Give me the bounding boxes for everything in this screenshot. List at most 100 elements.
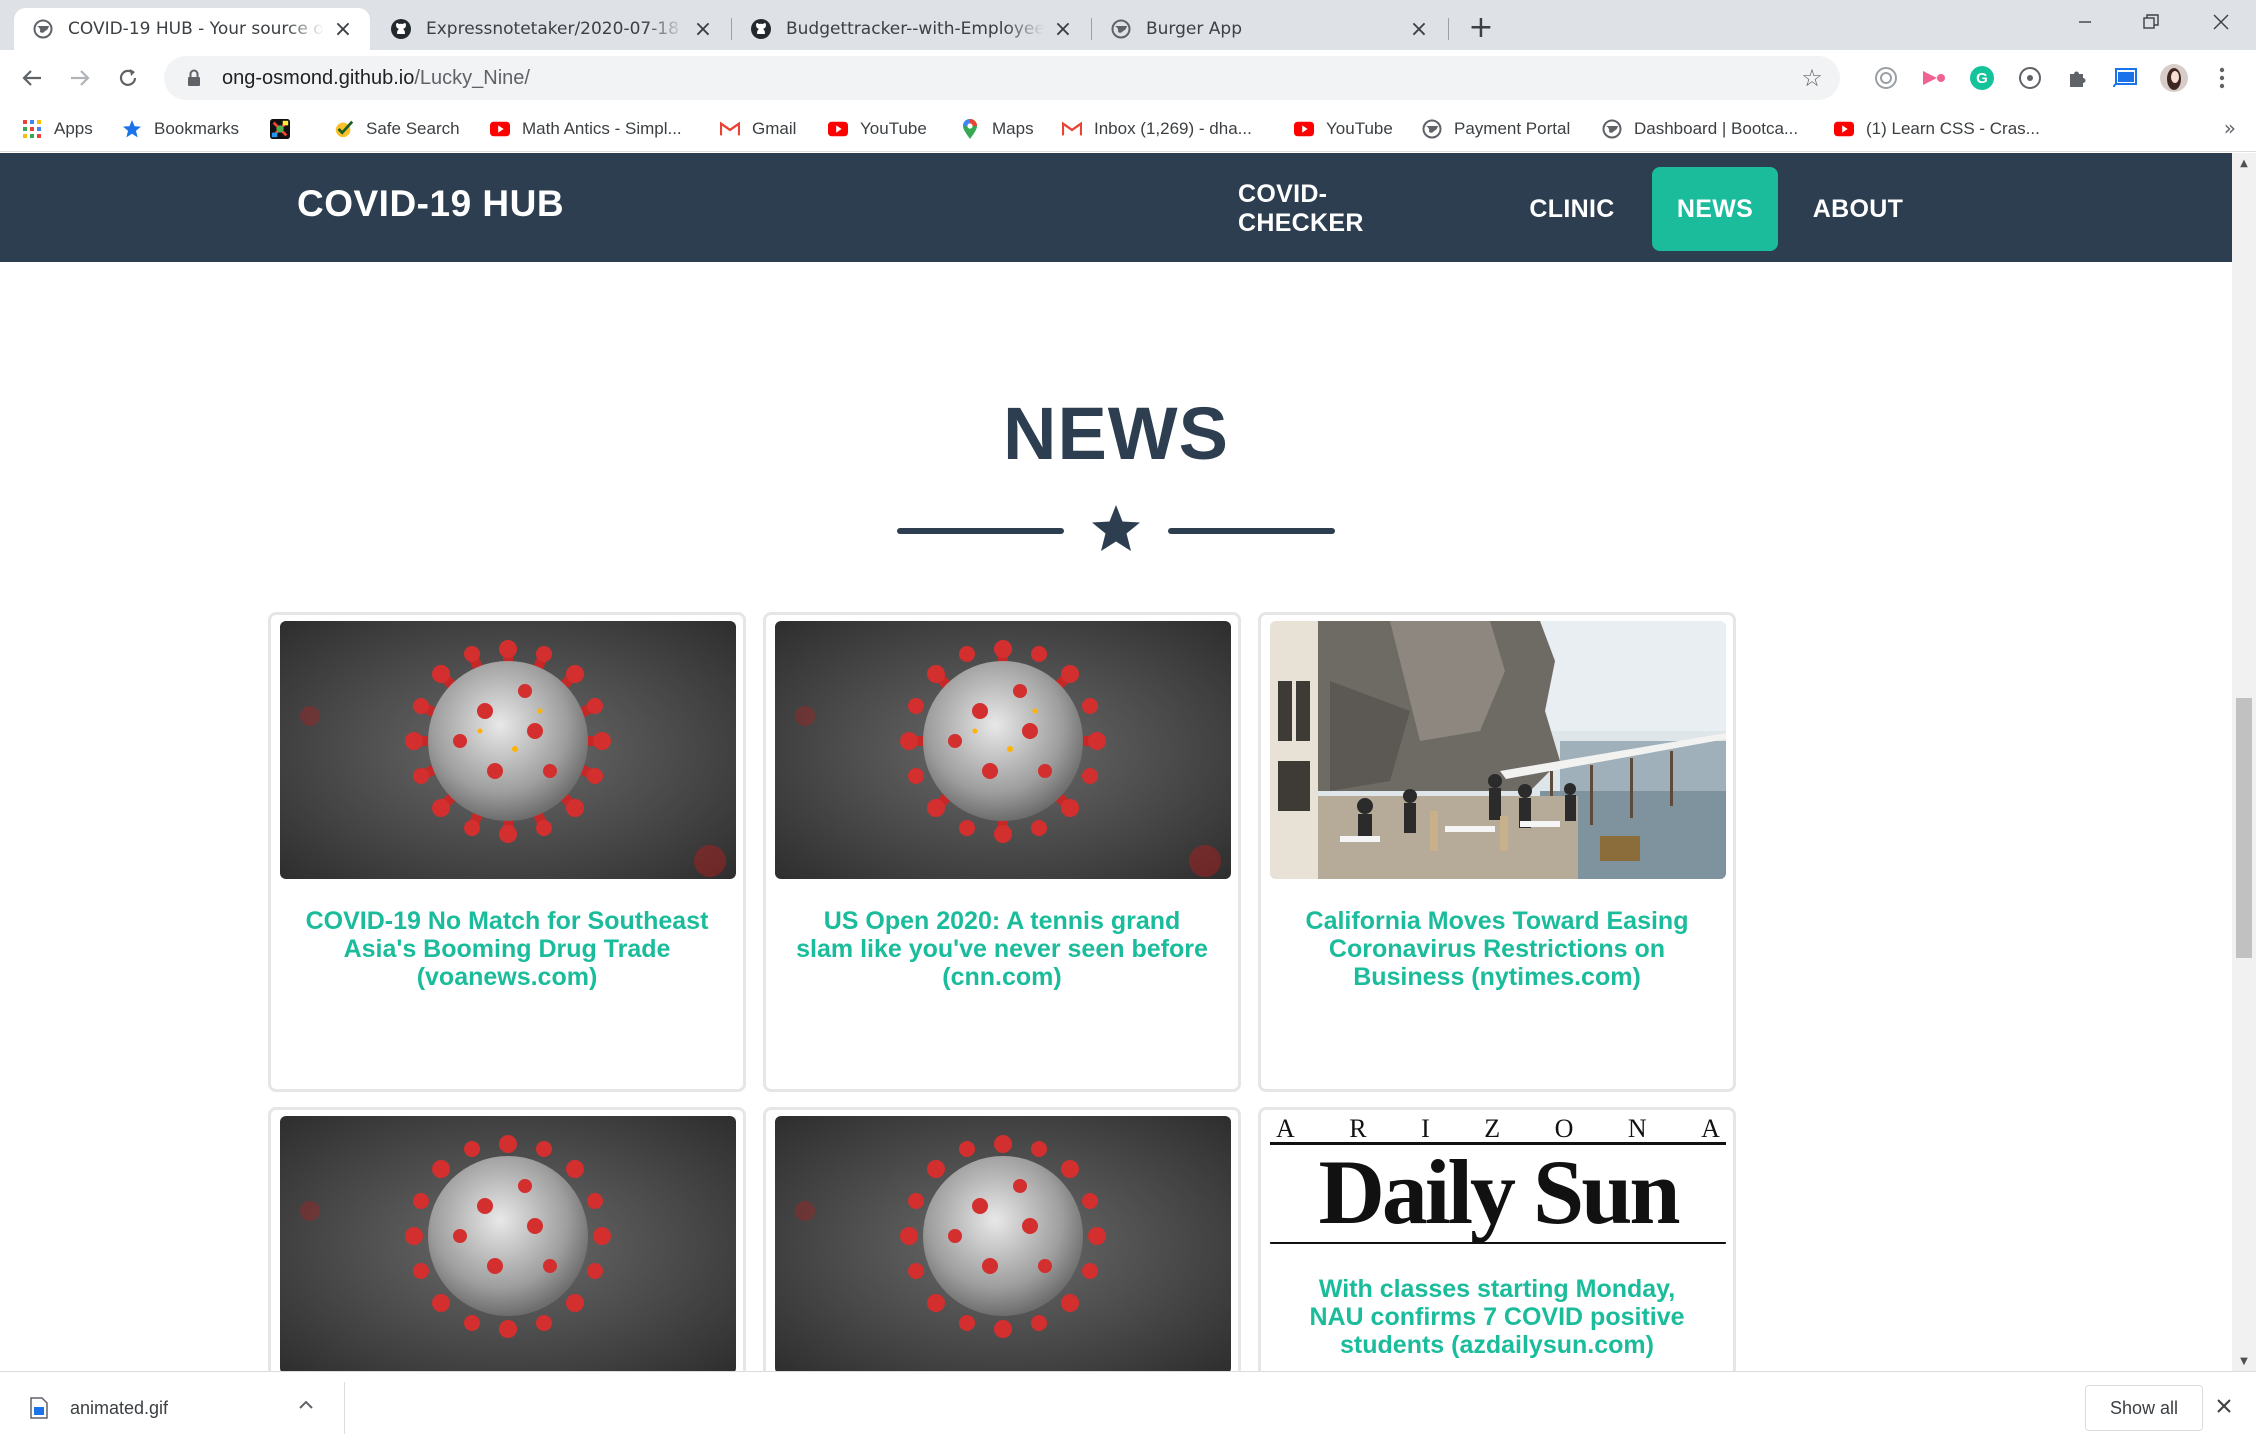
bookmark-label: Bookmarks [154,119,240,138]
youtube-icon [1834,119,1854,139]
bookmark-safe-search[interactable]: Safe Search [334,116,460,142]
bookmark-label: Safe Search [366,119,460,138]
minimize-button[interactable] [2052,0,2118,44]
bookmark-inbox[interactable]: Inbox (1,269) - dha... [1062,116,1252,142]
scrollbar-thumb[interactable] [2236,698,2252,958]
bookmark-label: Inbox (1,269) - dha... [1094,119,1252,138]
site-brand[interactable]: COVID-19 HUB [297,183,564,225]
logo-top-text: ARIZONA [1276,1116,1720,1143]
bookmark-colorful-app[interactable] [270,116,302,142]
close-icon[interactable] [2216,1392,2232,1420]
tab-strip: COVID-19 HUB - Your source of informatio… [0,0,2256,50]
svg-text:G: G [1976,70,1988,87]
bookmark-maps[interactable]: Maps [960,116,1034,142]
bookmark-apps[interactable]: Apps [22,116,93,142]
bookmark-label: Math Antics - Simpl... [522,119,682,138]
nav-news[interactable]: NEWS [1652,167,1778,251]
logo-main-text: Daily Sun [1318,1141,1680,1243]
grammarly-icon[interactable]: G [1966,62,1998,94]
bookmark-label: Maps [992,119,1034,138]
logo-rule [1270,1242,1726,1244]
nav-about[interactable]: ABOUT [1798,167,1918,251]
tab-budgettracker[interactable]: Budgettracker--with-Employee/a × [732,8,1090,50]
forward-button[interactable] [60,58,100,98]
youtube-icon [828,119,848,139]
bookmarks-bar: Apps Bookmarks Safe Search Math Antics -… [0,106,2256,152]
back-button[interactable] [12,58,52,98]
tab-burger-app[interactable]: Burger App × [1092,8,1446,50]
close-icon[interactable]: × [1408,17,1430,42]
show-all-button[interactable]: Show all [2085,1385,2203,1431]
section-title: NEWS [1003,392,1229,475]
news-headline-link[interactable]: COVID-19 No Match for Southeast Asia's B… [301,907,713,991]
extension-shield-icon[interactable] [1870,62,1902,94]
cast-icon[interactable] [2110,62,2142,94]
close-icon[interactable]: × [332,17,354,42]
news-card[interactable]: COVID-19 No Match for Southeast Asia's B… [268,612,746,1092]
divider-line-right [1168,528,1335,534]
tab-separator [1448,18,1449,40]
more-bookmarks-button[interactable]: » [2224,116,2236,140]
browser-menu-icon[interactable] [2206,62,2238,94]
github-icon [750,18,772,40]
address-bar[interactable]: ong-osmond.github.io/Lucky_Nine/ ☆ [164,56,1840,100]
bookmark-star-icon[interactable]: ☆ [1798,64,1826,92]
news-card[interactable]: ARIZONA Daily Sun With classes starting … [1258,1107,1736,1371]
bookmark-label: Payment Portal [1454,119,1571,138]
download-separator [344,1382,345,1434]
tab-covid-hub[interactable]: COVID-19 HUB - Your source of informatio… [14,8,370,50]
colorful-app-icon [270,119,290,139]
bookmark-math-antics[interactable]: Math Antics - Simpl... [490,116,682,142]
news-headline-link[interactable]: With classes starting Monday, NAU confir… [1291,1275,1703,1359]
divider-star-icon [1092,505,1140,551]
extensions-puzzle-icon[interactable] [2062,62,2094,94]
url-text: ong-osmond.github.io/Lucky_Nine/ [222,67,530,90]
window-close-button[interactable] [2188,0,2254,44]
scroll-up-arrow[interactable]: ▲ [2232,153,2256,173]
lock-icon[interactable] [184,68,204,88]
bookmark-dashboard[interactable]: Dashboard | Bootca... [1602,116,1798,142]
tab-title: Budgettracker--with-Employee/a [786,19,1044,39]
nav-covid-checker[interactable]: COVID-CHECKER [1238,167,1414,251]
youtube-icon [1294,119,1314,139]
globe-icon [1602,119,1622,139]
bookmark-label: Apps [54,119,93,138]
coronavirus-image [280,1116,736,1371]
nav-clinic[interactable]: CLINIC [1516,167,1628,251]
bookmark-label: YouTube [1326,119,1393,138]
news-headline-link[interactable]: California Moves Toward Easing Coronavir… [1291,907,1703,991]
bookmark-youtube-2[interactable]: YouTube [1294,116,1393,142]
extension-screencast-icon[interactable] [1918,62,1950,94]
news-card[interactable] [268,1107,746,1371]
site-navbar: COVID-19 HUB COVID-CHECKER CLINIC NEWS A… [0,153,2232,262]
globe-icon [32,18,54,40]
github-icon [390,18,412,40]
tab-title: COVID-19 HUB - Your source of informatio… [68,19,324,39]
download-item[interactable]: animated.gif [30,1390,168,1426]
bookmark-gmail[interactable]: Gmail [720,116,796,142]
reload-button[interactable] [108,58,148,98]
tab-title: Expressnotetaker/2020-07-18 (2) [426,19,684,39]
page-viewport: COVID-19 HUB COVID-CHECKER CLINIC NEWS A… [0,153,2256,1371]
close-icon[interactable]: × [1052,17,1074,42]
restore-button[interactable] [2118,0,2184,44]
extension-circle-icon[interactable] [2014,62,2046,94]
chevron-up-icon[interactable] [298,1394,314,1415]
coronavirus-image [775,1116,1231,1371]
news-headline-link[interactable]: US Open 2020: A tennis grand slam like y… [796,907,1208,991]
bookmark-payment-portal[interactable]: Payment Portal [1422,116,1570,142]
tab-expressnotetaker[interactable]: Expressnotetaker/2020-07-18 (2) × [372,8,730,50]
download-filename: animated.gif [70,1397,169,1418]
news-card[interactable] [763,1107,1241,1371]
bookmark-youtube[interactable]: YouTube [828,116,927,142]
new-tab-button[interactable]: + [1464,10,1498,45]
bookmark-learn-css[interactable]: (1) Learn CSS - Cras... [1834,116,2040,142]
news-card[interactable]: US Open 2020: A tennis grand slam like y… [763,612,1241,1092]
close-icon[interactable]: × [692,17,714,42]
bookmark-bookmarks[interactable]: Bookmarks [122,116,239,142]
profile-avatar[interactable] [2158,62,2190,94]
page-scrollbar[interactable]: ▲ ▼ [2232,153,2256,1371]
scroll-down-arrow[interactable]: ▼ [2232,1351,2256,1371]
download-bar: animated.gif Show all [0,1371,2256,1444]
news-card[interactable]: California Moves Toward Easing Coronavir… [1258,612,1736,1092]
